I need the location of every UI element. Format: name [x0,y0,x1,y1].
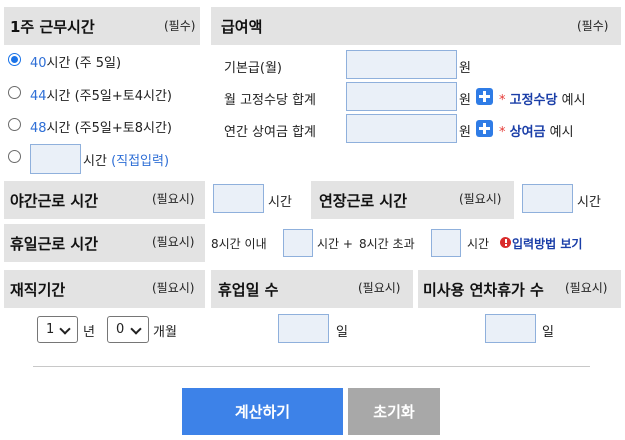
holiday-guide-link[interactable]: 입력방법 보기 [512,235,582,252]
unused-leave-optional: (필요시) [565,281,608,295]
fixed-allowance-unit: 원 [459,93,471,108]
holiday-within-input[interactable] [283,229,313,257]
tenure-header: 재직기간 (필요시) [4,270,205,308]
overtime-header: 연장근로 시간 (필요시) [311,181,514,219]
work-hours-radio-48[interactable] [8,118,21,131]
holiday-work-optional: (필요시) [152,235,195,249]
leave-days-unit: 일 [336,325,348,340]
overtime-unit: 시간 [577,195,601,210]
base-salary-input[interactable] [346,50,457,79]
unused-leave-header: 미사용 연차휴가 수 (필요시) [418,270,621,308]
tenure-months-unit: 개월 [153,325,177,340]
reset-button[interactable]: 초기화 [348,388,440,435]
unused-leave-title: 미사용 연차휴가 수 [423,281,544,299]
night-work-optional: (필요시) [152,192,195,206]
unused-leave-unit: 일 [542,325,554,340]
info-icon[interactable] [500,237,511,248]
holiday-over-input[interactable] [431,229,461,257]
work-hours-header: 1주 근무시간 (필수) [4,7,200,45]
calculate-button[interactable]: 계산하기 [182,388,343,435]
work-hours-radio-44[interactable] [8,86,21,99]
tenure-title: 재직기간 [10,281,66,299]
base-salary-label: 기본급(월) [224,61,282,76]
chevron-down-icon [130,323,142,335]
chevron-down-icon [59,323,71,335]
unused-leave-input[interactable] [485,314,536,343]
leave-days-header: 휴업일 수 (필요시) [211,270,413,308]
annual-bonus-add-icon[interactable] [476,120,493,137]
overtime-optional: (필요시) [459,192,502,206]
annual-bonus-example-link[interactable]: * 상여금 예시 [499,121,574,140]
tenure-years-value: 1 [46,322,55,337]
overtime-input[interactable] [522,184,573,213]
wage-header: 급여액 (필수) [211,7,621,45]
fixed-allowance-input[interactable] [346,82,457,111]
base-salary-unit: 원 [459,61,471,76]
work-hours-option-40[interactable]: 40시간 (주 5일) [30,52,121,71]
work-hours-custom-input[interactable] [30,144,81,174]
tenure-years-select[interactable]: 1 [37,316,78,343]
divider [33,366,590,367]
work-hours-radio-custom[interactable] [8,150,21,163]
holiday-over-label: 8시간 초과 [359,237,415,251]
work-hours-option-44[interactable]: 44시간 (주5일+토4시간) [30,85,172,104]
annual-bonus-unit: 원 [459,125,471,140]
overtime-title: 연장근로 시간 [319,192,408,210]
work-hours-option-48[interactable]: 48시간 (주5일+토8시간) [30,117,172,136]
leave-days-title: 휴업일 수 [218,281,279,299]
night-work-title: 야간근로 시간 [10,192,99,210]
tenure-years-unit: 년 [83,325,95,340]
holiday-within-label: 8시간 이내 [211,237,267,251]
holiday-over-unit: 시간 [467,237,490,251]
leave-days-input[interactable] [278,314,329,343]
wage-title: 급여액 [221,18,263,36]
work-hours-radio-40[interactable] [8,53,21,66]
night-work-header: 야간근로 시간 (필요시) [4,181,205,219]
holiday-work-header: 휴일근로 시간 (필요시) [4,224,205,262]
holiday-work-title: 휴일근로 시간 [10,235,99,253]
annual-bonus-input[interactable] [346,114,457,143]
work-hours-custom-label: 시간 (직접입력) [83,154,170,169]
night-work-input[interactable] [213,184,264,213]
fixed-allowance-add-icon[interactable] [476,88,493,105]
tenure-months-value: 0 [116,322,125,337]
work-hours-required: (필수) [164,19,196,33]
fixed-allowance-label: 월 고정수당 합계 [224,93,316,108]
work-hours-title: 1주 근무시간 [10,18,95,36]
fixed-allowance-example-link[interactable]: * 고정수당 예시 [499,89,586,108]
holiday-within-unit: 시간 + [317,237,353,251]
leave-days-optional: (필요시) [358,281,401,295]
tenure-months-select[interactable]: 0 [107,316,149,343]
tenure-optional: (필요시) [152,281,195,295]
wage-required: (필수) [577,19,609,33]
night-work-unit: 시간 [268,195,292,210]
annual-bonus-label: 연간 상여금 합계 [224,125,316,140]
